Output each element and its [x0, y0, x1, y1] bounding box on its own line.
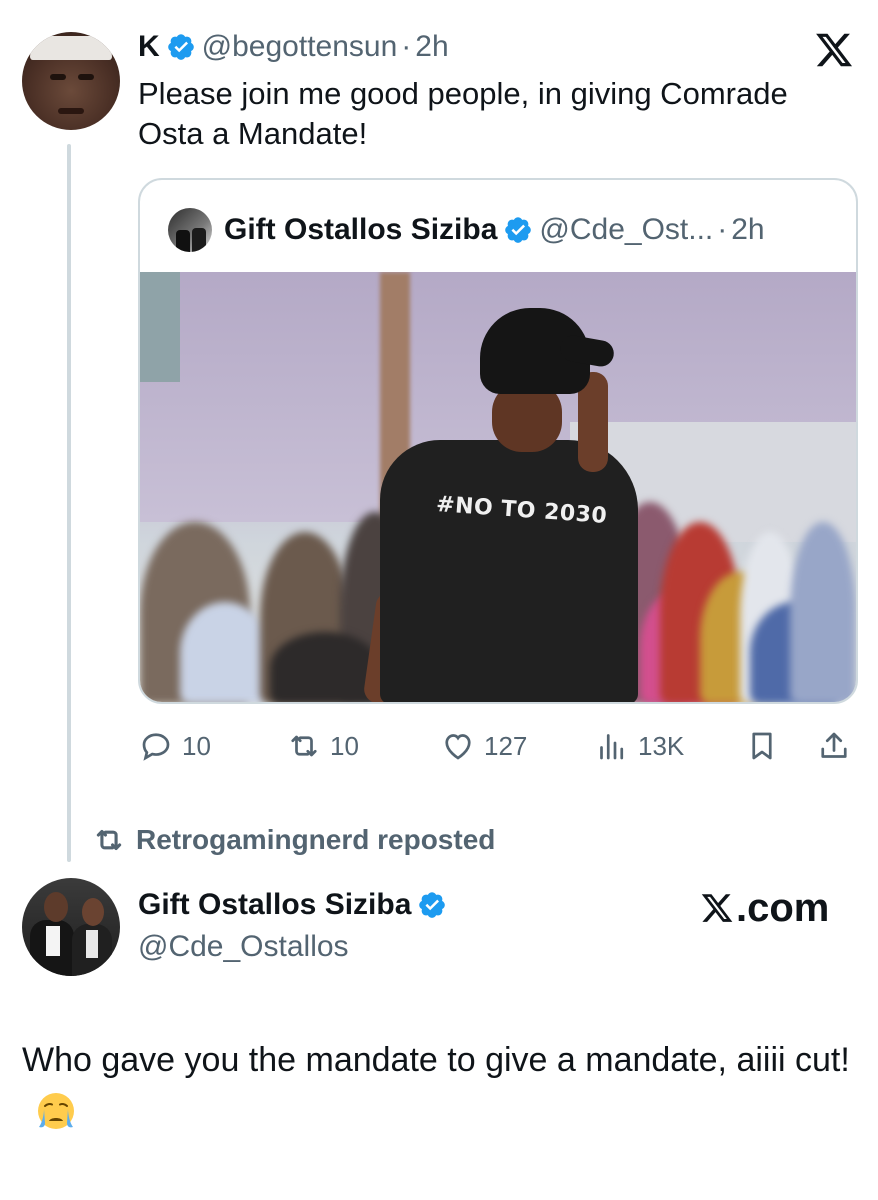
author-handle[interactable]: @begottensun — [202, 28, 398, 66]
verified-badge-icon — [419, 892, 446, 918]
avatar-eye — [50, 74, 66, 80]
tweet-header: K @begottensun · 2h — [138, 28, 449, 66]
crowd-person — [180, 602, 270, 702]
like-icon — [445, 734, 471, 760]
crying-face-emoji-icon — [38, 1093, 74, 1129]
avatar-shirt — [86, 930, 98, 958]
bookmark-icon — [752, 732, 772, 760]
header-separator: · — [401, 30, 412, 63]
repost-button[interactable]: 10 — [286, 724, 359, 768]
share-icon — [821, 732, 847, 758]
user-avatar-gift[interactable] — [22, 878, 120, 976]
tweet2-text-block: Who gave you the mandate to give a manda… — [22, 1034, 862, 1138]
repost-count: 10 — [330, 730, 359, 761]
tweet-text: Who gave you the mandate to give a manda… — [22, 1041, 850, 1079]
figure-shirt — [380, 440, 638, 702]
quoted-tweet-card[interactable]: Gift Ostallos Siziba @Cde_Ost... · 2h #N… — [138, 178, 858, 704]
share-button[interactable] — [816, 724, 852, 768]
author-name[interactable]: Gift Ostallos Siziba — [138, 886, 411, 924]
repost-icon — [291, 735, 317, 757]
reply-count: 10 — [182, 730, 211, 761]
reply-button[interactable]: 10 — [138, 724, 211, 768]
like-button[interactable]: 127 — [440, 724, 527, 768]
crowd-person — [790, 522, 856, 702]
author-name[interactable]: K — [138, 28, 160, 66]
header-separator: · — [717, 213, 728, 246]
x-logo-icon — [701, 894, 733, 922]
tweet-action-bar: 10 10 127 13K — [138, 724, 858, 768]
repost-attribution-text: Retrogamingnerd reposted — [136, 824, 496, 855]
quoted-author-name: Gift Ostallos Siziba — [224, 213, 498, 246]
views-icon — [600, 734, 624, 760]
crowd-person — [270, 632, 380, 702]
avatar-head — [44, 892, 68, 922]
bookmark-button[interactable] — [744, 724, 780, 768]
quoted-tweet-timestamp: 2h — [731, 213, 765, 246]
like-count: 127 — [484, 730, 528, 761]
quoted-tweet-header: Gift Ostallos Siziba @Cde_Ost... · 2h — [168, 208, 765, 252]
thread-connector-line — [67, 144, 71, 862]
avatar-mouth — [58, 108, 84, 114]
reply-icon — [142, 733, 170, 761]
avatar-shirt — [46, 926, 60, 956]
avatar-cap — [30, 36, 112, 60]
views-button[interactable]: 13K — [594, 724, 684, 768]
quoted-tweet-photo[interactable]: #NO TO 2030 — [140, 272, 856, 702]
verified-badge-icon — [167, 34, 194, 60]
x-com-watermark: .com — [700, 884, 829, 932]
photo-window — [140, 272, 180, 382]
watermark-text: .com — [736, 886, 830, 930]
tweet-timestamp[interactable]: 2h — [415, 28, 448, 66]
quoted-author-avatar — [168, 208, 212, 252]
tweet2-author-row: Gift Ostallos Siziba — [138, 886, 453, 924]
verified-badge-icon — [505, 217, 532, 243]
views-count: 13K — [638, 730, 685, 761]
author-handle[interactable]: @Cde_Ostallos — [138, 928, 349, 966]
tweet-text: Please join me good people, in giving Co… — [138, 76, 788, 151]
repost-attribution[interactable]: Retrogamingnerd reposted — [92, 822, 495, 858]
user-avatar-k[interactable] — [22, 32, 120, 130]
avatar-head — [82, 898, 104, 926]
avatar-eye — [78, 74, 94, 80]
repost-icon — [96, 829, 122, 851]
quoted-author-handle: @Cde_Ost... — [539, 213, 714, 246]
x-logo-icon[interactable] — [812, 30, 856, 70]
